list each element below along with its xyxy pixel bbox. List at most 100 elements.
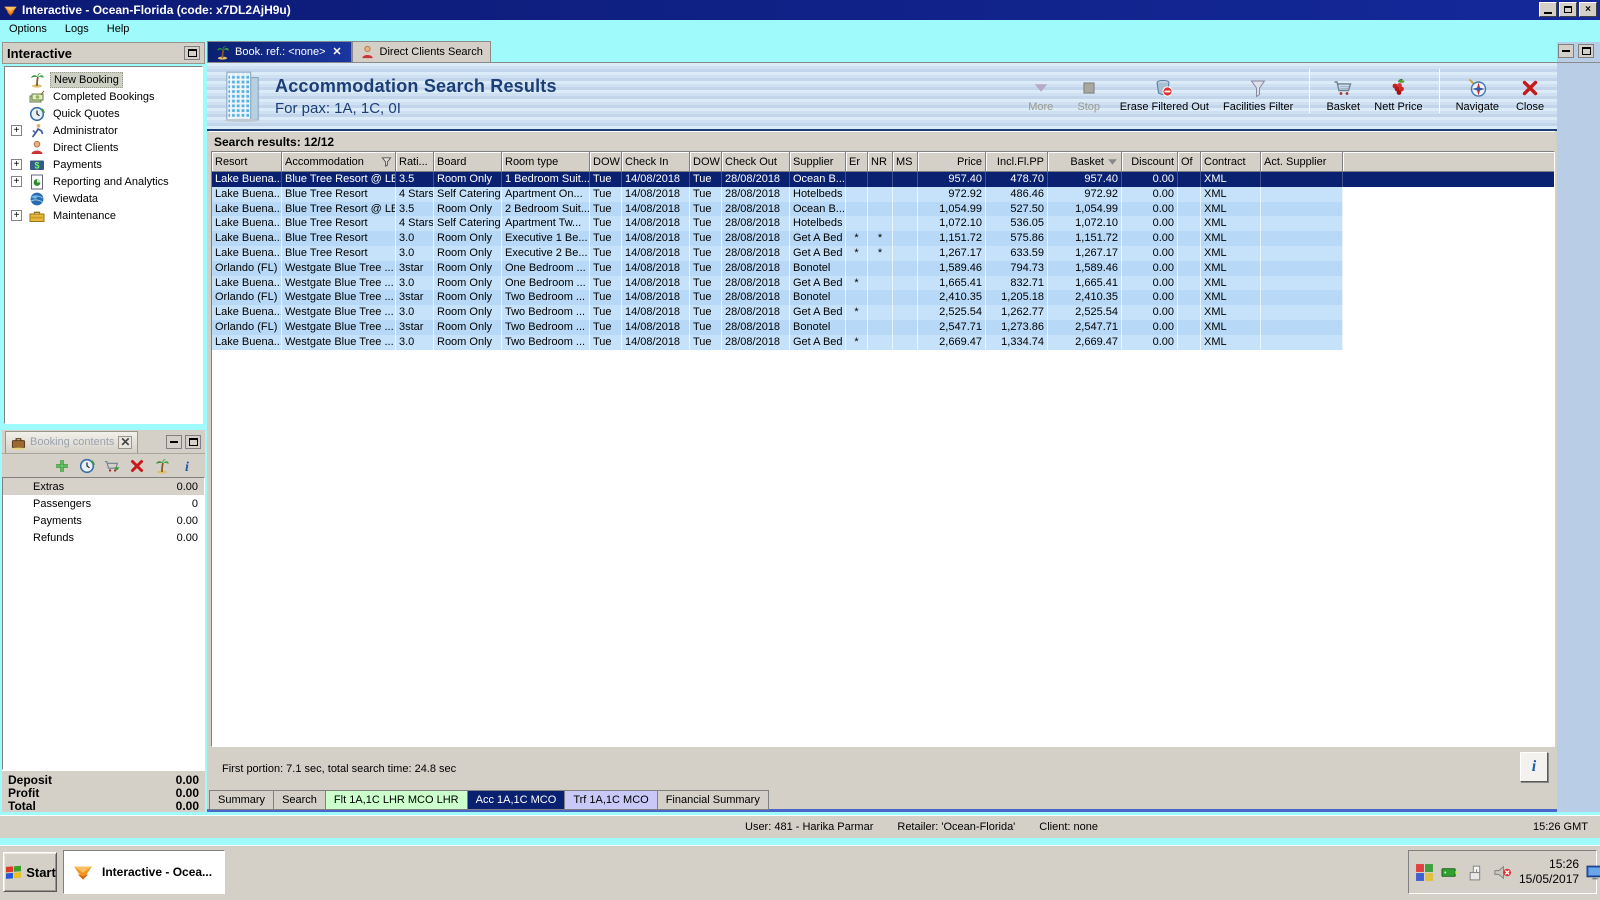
expand-icon[interactable]: + (11, 159, 22, 170)
sidebar-item-completed-bookings[interactable]: Completed Bookings (5, 88, 202, 105)
cell-accommodation: Blue Tree Resort @ LBV (282, 201, 396, 217)
sidebar-collapse-button[interactable] (184, 46, 200, 60)
result-row-2[interactable]: Lake Buena... Blue Tree Resort 4 Stars Self… (212, 186, 1554, 202)
bottom-tab-summary[interactable]: Summary (209, 790, 275, 810)
column-header-check-out[interactable]: Check Out (722, 152, 790, 172)
booking-item-extras[interactable]: Extras 0.00 (3, 478, 204, 495)
palm-tree-icon[interactable] (154, 458, 170, 474)
column-header-act-supplier[interactable]: Act. Supplier (1261, 152, 1343, 172)
column-header-discount[interactable]: Discount (1122, 152, 1178, 172)
column-header-nr[interactable]: NR (868, 152, 893, 172)
sidebar-item-maintenance[interactable]: + Maintenance (5, 207, 202, 224)
panel-maximize-button[interactable] (185, 434, 201, 449)
sidebar-item-direct-clients[interactable]: Direct Clients (5, 139, 202, 156)
info-button[interactable]: i (1520, 752, 1548, 782)
result-row-4[interactable]: Lake Buena... Blue Tree Resort 4 Stars Self… (212, 216, 1554, 232)
result-row-8[interactable]: Lake Buena... Westgate Blue Tree ... 3.0 Ro… (212, 275, 1554, 291)
result-row-5[interactable]: Lake Buena... Blue Tree Resort 3.0 Room Onl… (212, 231, 1554, 246)
column-header-incl-fl-pp[interactable]: Incl.Fl.PP (986, 152, 1048, 172)
booking-item-payments[interactable]: Payments 0.00 (3, 512, 204, 529)
booking-item-refunds[interactable]: Refunds 0.00 (3, 529, 204, 546)
column-header-er[interactable]: Er (846, 152, 868, 172)
column-header-board[interactable]: Board (434, 152, 502, 172)
quick-quote-icon[interactable] (79, 458, 95, 474)
tabstrip-maximize-button[interactable] (1578, 44, 1594, 58)
booking-contents-close-icon[interactable]: ✕ (118, 435, 133, 449)
column-header-room-type[interactable]: Room type (502, 152, 590, 172)
column-header-accommodation[interactable]: Accommodation (282, 152, 396, 172)
antivirus-tray-icon[interactable] (1415, 863, 1434, 882)
cell-check-out: 28/08/2018 (722, 305, 790, 320)
column-header-ms[interactable]: MS (893, 152, 918, 172)
expand-icon[interactable]: + (11, 176, 22, 187)
delete-icon[interactable] (129, 458, 145, 474)
desktop-tray-icon[interactable] (1586, 863, 1600, 882)
network-tray-icon[interactable] (1441, 863, 1460, 882)
menu-help[interactable]: Help (98, 21, 139, 37)
tab-book-ref-none[interactable]: Book. ref.: <none> ✕ (207, 41, 352, 62)
restore-button[interactable] (1559, 2, 1577, 17)
panel-minimize-button[interactable] (166, 434, 182, 449)
column-header-supplier[interactable]: Supplier (790, 152, 846, 172)
menu-options[interactable]: Options (0, 21, 56, 37)
add-icon[interactable] (54, 458, 70, 474)
facilities-filter-button[interactable]: Facilities Filter (1223, 78, 1293, 113)
bottom-tab-search[interactable]: Search (274, 790, 326, 810)
sidebar-item-payments[interactable]: + $ Payments (5, 156, 202, 173)
result-row-9[interactable]: Orlando (FL) Westgate Blue Tree ... 3star R… (212, 290, 1554, 306)
cell-basket: 1,589.46 (1048, 260, 1122, 276)
search-results-summary: Search results: 12/12 (209, 131, 1555, 151)
tabstrip-minimize-button[interactable] (1558, 44, 1574, 58)
result-row-12[interactable]: Lake Buena... Westgate Blue Tree ... 3.0 Ro… (212, 334, 1554, 350)
column-header-contract[interactable]: Contract (1201, 152, 1261, 172)
close-window-button[interactable]: × (1579, 2, 1597, 17)
panel-header: Accommodation Search Results For pax: 1A… (207, 63, 1557, 131)
navigate-button[interactable]: Navigate (1456, 78, 1499, 113)
column-header-basket[interactable]: Basket (1048, 152, 1122, 172)
basket-button[interactable]: Basket (1326, 78, 1360, 113)
cell-of (1178, 275, 1201, 291)
result-row-1[interactable]: Lake Buena... Blue Tree Resort @ LBV 3.5 Ro… (212, 172, 1554, 187)
nett-price-button[interactable]: Nett Price (1374, 78, 1423, 113)
erase-filtered-out-button[interactable]: Erase Filtered Out (1120, 78, 1209, 113)
sidebar-item-new-booking[interactable]: New Booking (5, 71, 202, 88)
sidebar-item-viewdata[interactable]: Viewdata (5, 190, 202, 207)
cell-dow: Tue (590, 201, 622, 217)
column-header-rati[interactable]: Rati... (396, 152, 434, 172)
column-header-of[interactable]: Of (1178, 152, 1201, 172)
result-row-10[interactable]: Lake Buena... Westgate Blue Tree ... 3.0 Ro… (212, 305, 1554, 320)
bottom-tab-acc-1a-1c-mco[interactable]: Acc 1A,1C MCO (467, 790, 566, 810)
booking-item-passengers[interactable]: Passengers 0 (3, 495, 204, 512)
sidebar-item-administrator[interactable]: + Administrator (5, 122, 202, 139)
volume-muted-icon[interactable] (1493, 863, 1512, 882)
usb-tray-icon[interactable] (1467, 863, 1486, 882)
sidebar-item-reporting-and-analytics[interactable]: + Reporting and Analytics (5, 173, 202, 190)
column-header-check-in[interactable]: Check In (622, 152, 690, 172)
bottom-tab-trf-1a-1c-mco[interactable]: Trf 1A,1C MCO (565, 790, 658, 810)
taskbar-item-interactive[interactable]: Interactive - Ocea... (63, 850, 225, 894)
result-row-7[interactable]: Orlando (FL) Westgate Blue Tree ... 3star R… (212, 260, 1554, 276)
column-header-dow[interactable]: DOW (590, 152, 622, 172)
bottom-tab-financial-summary[interactable]: Financial Summary (657, 790, 769, 810)
result-row-3[interactable]: Lake Buena... Blue Tree Resort @ LBV 3.5 Ro… (212, 201, 1554, 217)
info-icon[interactable]: i (179, 458, 195, 474)
result-row-6[interactable]: Lake Buena... Blue Tree Resort 3.0 Room Onl… (212, 245, 1554, 261)
expand-icon[interactable]: + (11, 125, 22, 136)
booking-contents-tab[interactable]: Booking contents ✕ (5, 430, 139, 453)
start-button[interactable]: Start (3, 852, 57, 892)
expand-icon[interactable]: + (11, 210, 22, 221)
sidebar-item-quick-quotes[interactable]: Quick Quotes (5, 105, 202, 122)
result-row-11[interactable]: Orlando (FL) Westgate Blue Tree ... 3star R… (212, 319, 1554, 335)
minimize-button[interactable] (1539, 2, 1557, 17)
column-header-dow[interactable]: DOW (690, 152, 722, 172)
bottom-tab-flt-1a-1c-lhr-mco-lhr[interactable]: Flt 1A,1C LHR MCO LHR (325, 790, 468, 810)
tab-close-icon[interactable]: ✕ (331, 46, 344, 58)
add-to-basket-icon[interactable] (104, 458, 120, 474)
column-header-resort[interactable]: Resort (212, 152, 282, 172)
menu-logs[interactable]: Logs (56, 21, 98, 37)
close-button[interactable]: Close (1513, 78, 1547, 113)
cell-basket: 2,410.35 (1048, 290, 1122, 306)
cell-er: * (846, 231, 868, 246)
tab-direct-clients-search[interactable]: Direct Clients Search (351, 41, 491, 62)
column-header-price[interactable]: Price (918, 152, 986, 172)
